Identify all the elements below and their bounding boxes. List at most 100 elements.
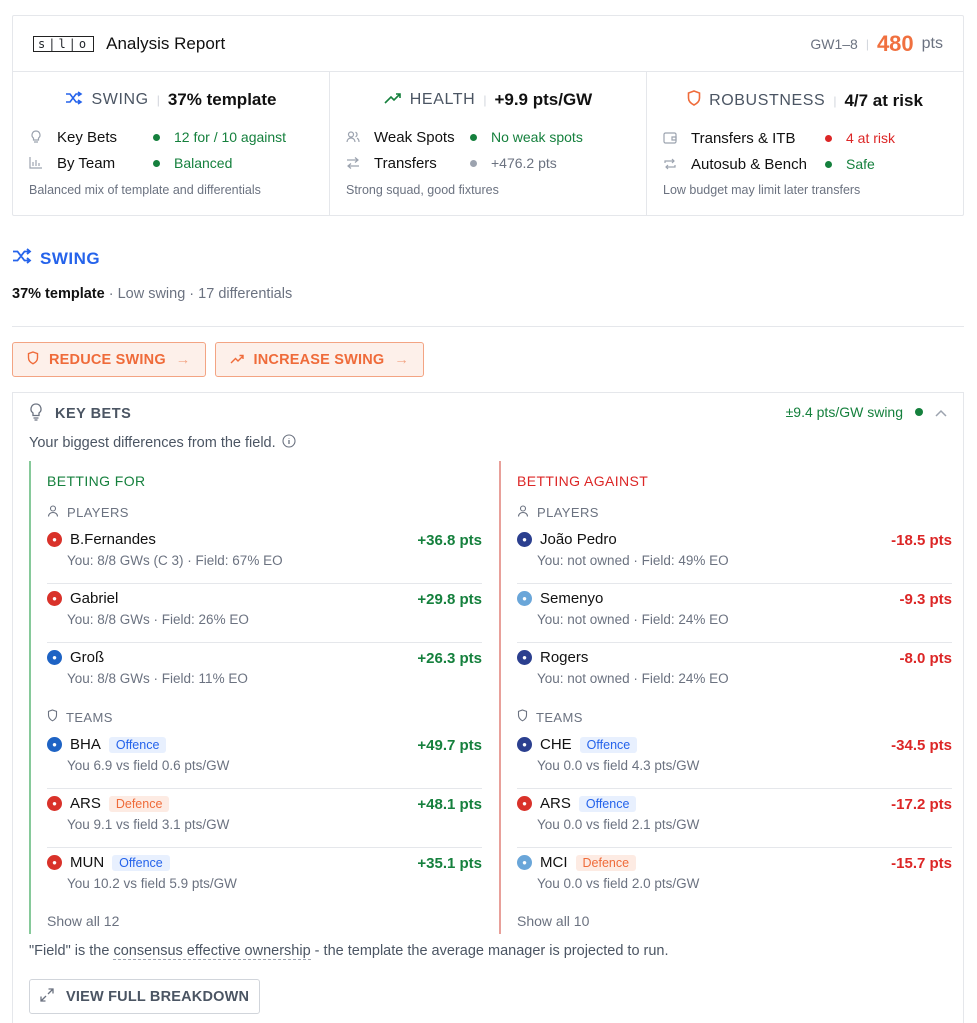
chevron-up-icon[interactable] [935,404,947,420]
player-name: João Pedro [540,531,617,548]
club-crest-icon: ● [517,591,532,606]
user-icon [47,504,59,520]
key-bets-panel: KEY BETS ±9.4 pts/GW swing Your biggest … [12,392,964,1023]
column-heading: BETTING AGAINST [517,473,649,489]
players-group-label: PLAYERS [47,499,482,525]
role-tag: Offence [578,795,637,812]
club-crest-icon: ● [47,532,62,547]
players-group-label: PLAYERS [517,499,952,525]
list-item[interactable]: ● MUN Offence +35.1 pts You 10.2 vs field … [47,848,482,907]
show-all-link[interactable]: Show all 10 [517,908,589,934]
list-item[interactable]: ● CHE Offence -34.5 pts You 0.0 vs field 4… [517,730,952,789]
team-name: MUN [70,854,105,871]
points-value: -34.5 pts [891,737,952,754]
list-item[interactable]: ● MCI Defence -15.7 pts You 0.0 vs field 2… [517,848,952,907]
points-value: -15.7 pts [891,855,952,872]
teams-group-label: TEAMS [47,704,482,730]
footnote-text: "Field" is the [29,943,114,959]
list-item[interactable]: ● B.Fernandes +36.8 pts You: 8/8 GWs (C 3… [47,525,482,584]
separator: | [156,93,160,107]
shuffle-icon [65,90,83,110]
status-dot [470,159,477,167]
consensus-ownership-link[interactable]: consensus effective ownership [113,943,311,960]
separator: | [483,93,487,107]
team-detail: You 0.0 vs field 4.3 pts/GW [537,758,700,773]
separator: | [865,36,869,51]
list-item[interactable]: ● ARS Offence -17.2 pts You 0.0 vs field 2… [517,789,952,848]
points-value: +26.3 pts [417,650,482,667]
reduce-swing-button[interactable]: REDUCE SWING → [12,342,206,377]
key-bets-header[interactable]: KEY BETS [29,403,131,424]
list-item[interactable]: ● Semenyo -9.3 pts You: not owned · Field… [517,584,952,643]
show-all-link[interactable]: Show all 12 [47,908,119,934]
ownership-detail: You: 8/8 GWs · Field: 11% EO [67,671,248,686]
app-logo: s|l|o [33,35,95,52]
list-item[interactable]: ● BHA Offence +49.7 pts You 6.9 vs field 0… [47,730,482,789]
points-value: -8.0 pts [899,650,952,667]
points-value: -18.5 pts [891,532,952,549]
metric-health[interactable]: HEALTH | +9.9 pts/GW Weak Spots No weak … [330,72,647,215]
points-value: +49.7 pts [417,737,482,754]
player-name: Gabriel [70,590,119,607]
shield-icon [47,709,58,725]
club-crest-icon: ● [47,650,62,665]
increase-swing-button[interactable]: INCREASE SWING → [214,342,425,377]
status-dot [825,134,832,142]
team-name: BHA [70,736,101,753]
points-value: -9.3 pts [899,591,952,608]
list-item[interactable]: ● Gabriel +29.8 pts You: 8/8 GWs · Field:… [47,584,482,643]
team-name: MCI [540,854,568,871]
wallet-icon [663,131,677,145]
row-value: Balanced [174,155,233,171]
row-label: Key Bets [57,128,118,146]
metric-title: SWING | 37% template [29,90,313,110]
metric-value: 4/7 at risk [844,90,923,110]
team-detail: You 0.0 vs field 2.1 pts/GW [537,817,700,832]
row-value: Safe [846,156,875,172]
item-header: ● MCI Defence [517,854,952,871]
metric-swing[interactable]: SWING | 37% template Key Bets 12 for / 1… [13,72,330,215]
swing-actions: REDUCE SWING → INCREASE SWING → [12,342,425,377]
metric-footer: Balanced mix of template and differentia… [29,183,261,197]
points-value: -17.2 pts [891,796,952,813]
role-tag: Offence [108,736,167,753]
metric-robustness[interactable]: ROBUSTNESS | 4/7 at risk Transfers & ITB… [647,72,963,215]
field-footnote: "Field" is the consensus effective owner… [29,943,669,960]
role-tag: Offence [579,736,638,753]
ownership-detail: You: not owned · Field: 49% EO [537,553,729,568]
status-dot [153,159,160,167]
club-crest-icon: ● [47,855,62,870]
team-name: ARS [540,795,571,812]
repeat-icon [663,157,677,171]
status-dot [153,133,160,141]
list-item[interactable]: ● Groß +26.3 pts You: 8/8 GWs · Field: 11… [47,643,482,702]
total-points: 480 [876,30,914,56]
list-item[interactable]: ● Rogers -8.0 pts You: not owned · Field:… [517,643,952,702]
metric-footer: Low budget may limit later transfers [663,183,861,197]
swing-indicator: ±9.4 pts/GW swing [786,404,947,420]
metric-value: +9.9 pts/GW [494,90,593,109]
summary-card: s|l|o Analysis Report GW1–8 | 480 pts SW… [12,15,964,216]
points-value: +36.8 pts [417,532,482,549]
club-crest-icon: ● [517,650,532,665]
team-detail: You 6.9 vs field 0.6 pts/GW [67,758,230,773]
metric-footer: Strong squad, good fixtures [346,183,499,197]
metric-row: Autosub & Bench Safe [663,151,947,177]
swing-section-title: SWING [12,248,100,269]
info-icon[interactable] [282,434,296,452]
player-name: Rogers [540,649,589,666]
list-item[interactable]: ● João Pedro -18.5 pts You: not owned · F… [517,525,952,584]
club-crest-icon: ● [517,855,532,870]
description-text: Your biggest differences from the field. [29,435,276,451]
role-tag: Defence [575,854,637,871]
view-full-breakdown-button[interactable]: VIEW FULL BREAKDOWN [29,979,261,1014]
player-name: B.Fernandes [70,531,156,548]
row-value: +476.2 pts [491,155,557,171]
metric-row: Weak Spots No weak spots [346,124,630,150]
player-name: Semenyo [540,590,604,607]
swap-arrows-icon [346,156,360,170]
list-item[interactable]: ● ARS Defence +48.1 pts You 9.1 vs field 3… [47,789,482,848]
swing-value: ±9.4 pts/GW swing [785,404,903,420]
row-value: No weak spots [491,129,583,145]
ownership-detail: You: not owned · Field: 24% EO [537,612,729,627]
